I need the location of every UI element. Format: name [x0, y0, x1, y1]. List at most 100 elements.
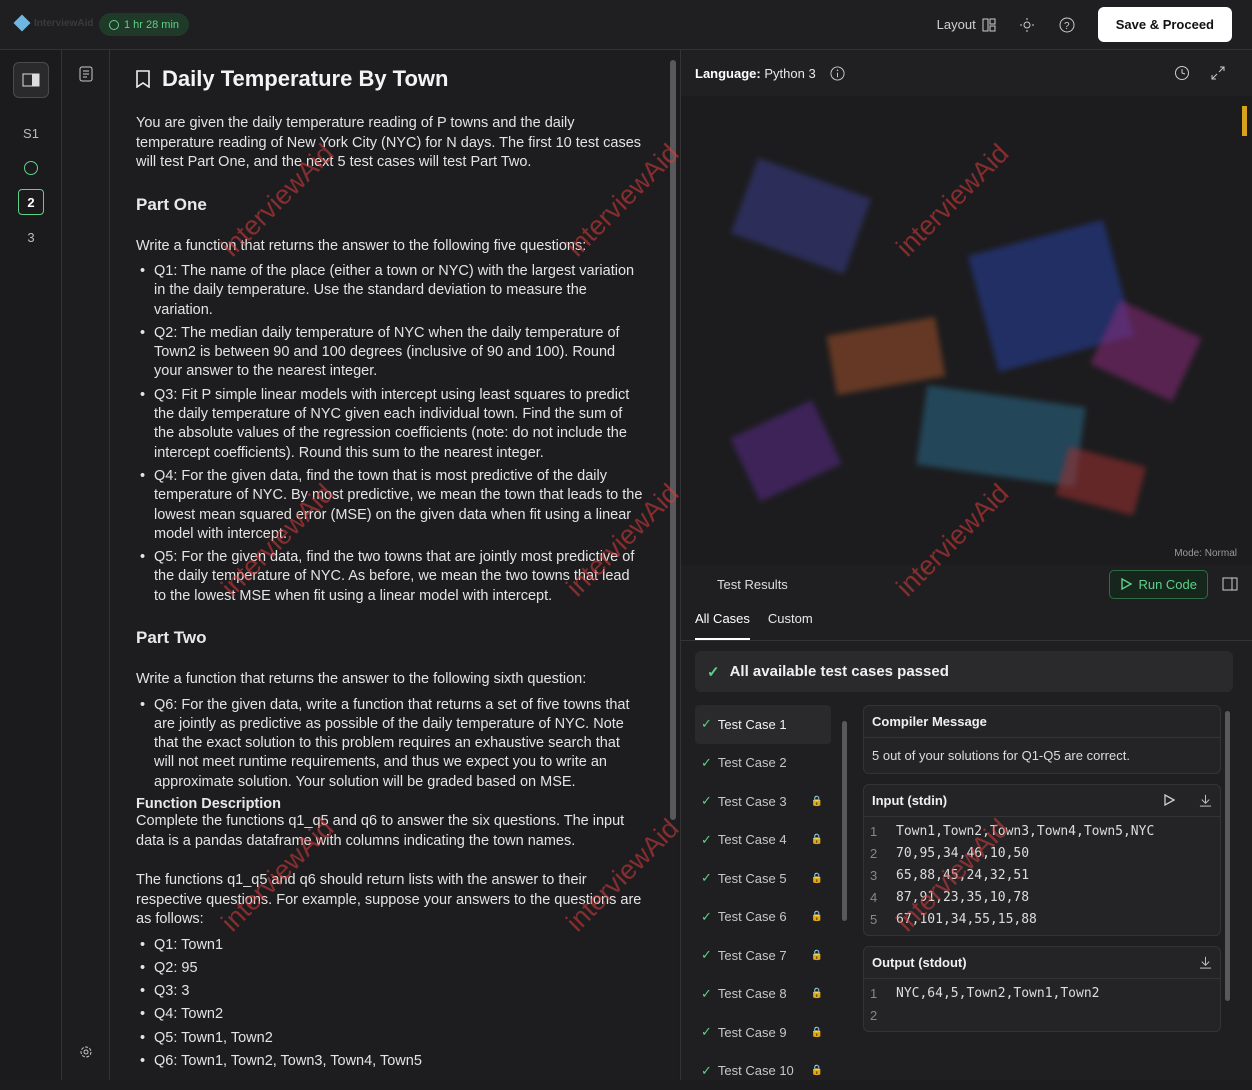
- problem-title-text: Daily Temperature By Town: [162, 66, 448, 92]
- split-view-icon[interactable]: [1222, 576, 1238, 592]
- rail-item-s1[interactable]: S1: [18, 120, 44, 146]
- problem-scrollbar[interactable]: [668, 50, 678, 1080]
- input-line: 567,101,34,55,15,88: [870, 909, 1214, 931]
- language-label: Language:: [695, 66, 761, 81]
- check-icon: ✓: [707, 663, 720, 681]
- answer-item: Q6: Town1, Town2, Town3, Town4, Town5: [136, 1052, 644, 1071]
- function-description-text: Complete the functions q1_q5 and q6 to a…: [136, 812, 644, 851]
- test-case-item[interactable]: ✓Test Case 3🔒: [695, 782, 831, 821]
- test-case-item[interactable]: ✓Test Case 6🔒: [695, 898, 831, 937]
- part-one-heading: Part One: [136, 195, 644, 215]
- panel-toggle-button[interactable]: [13, 62, 49, 98]
- input-line: 487,91,23,35,10,78: [870, 887, 1214, 909]
- panel-icon: [22, 73, 40, 87]
- language-selector[interactable]: Language: Python 3: [695, 66, 816, 81]
- problem-panel: Daily Temperature By Town You are given …: [110, 50, 668, 1080]
- case-detail: Compiler Message 5 out of your solutions…: [863, 705, 1221, 1042]
- check-icon: ✓: [701, 716, 712, 732]
- bookmark-icon[interactable]: [136, 70, 150, 88]
- tab-custom[interactable]: Custom: [768, 611, 813, 640]
- test-case-item[interactable]: ✓Test Case 7🔒: [695, 936, 831, 975]
- run-code-label: Run Code: [1138, 577, 1197, 592]
- test-case-item[interactable]: ✓Test Case 8🔒: [695, 975, 831, 1014]
- notes-icon[interactable]: [78, 66, 94, 82]
- problem-title: Daily Temperature By Town: [136, 66, 644, 92]
- question-q5: Q5: For the given data, find the two tow…: [136, 548, 644, 606]
- test-case-list: ✓Test Case 1 ✓Test Case 2 ✓Test Case 3🔒 …: [695, 705, 831, 1090]
- question-rail: S1 2 3: [0, 50, 62, 1080]
- download-icon[interactable]: [1199, 956, 1212, 969]
- question-q1: Q1: The name of the place (either a town…: [136, 262, 644, 320]
- clock-icon: [109, 20, 119, 30]
- compiler-message-card: Compiler Message 5 out of your solutions…: [863, 705, 1221, 774]
- pass-banner: ✓ All available test cases passed: [695, 651, 1233, 692]
- answer-item: Q4: Town2: [136, 1005, 644, 1024]
- part-two-intro: Write a function that returns the answer…: [136, 670, 644, 690]
- answer-item: Q1: Town1: [136, 936, 644, 955]
- question-q6: Q6: For the given data, write a function…: [136, 696, 644, 792]
- test-case-item[interactable]: ✓Test Case 2: [695, 744, 831, 783]
- problem-intro: You are given the daily temperature read…: [136, 114, 644, 173]
- check-icon: ✓: [701, 909, 712, 925]
- case-list-scrollbar[interactable]: [842, 711, 848, 1071]
- input-line: 365,88,45,24,32,51: [870, 865, 1214, 887]
- test-case-item[interactable]: ✓Test Case 9🔒: [695, 1013, 831, 1052]
- part-two-heading: Part Two: [136, 628, 644, 648]
- lock-icon: 🔒: [811, 796, 823, 807]
- save-proceed-button[interactable]: Save & Proceed: [1098, 7, 1232, 42]
- lock-icon: 🔒: [811, 911, 823, 922]
- play-icon[interactable]: [1163, 794, 1175, 806]
- expand-icon[interactable]: [1210, 65, 1226, 81]
- test-case-item[interactable]: ✓Test Case 10🔒: [695, 1052, 831, 1090]
- test-case-item[interactable]: ✓Test Case 5🔒: [695, 859, 831, 898]
- help-button[interactable]: ?: [1058, 16, 1076, 34]
- check-icon: ✓: [701, 755, 712, 771]
- output-card: Output (stdout) 1NYC,64,5,Town2,Town1,To…: [863, 946, 1221, 1032]
- tab-all-cases[interactable]: All Cases: [695, 611, 750, 640]
- rail-item-completed[interactable]: [18, 155, 44, 181]
- timer-badge: 1 hr 28 min: [99, 13, 189, 36]
- test-case-item[interactable]: ✓Test Case 4🔒: [695, 821, 831, 860]
- info-icon[interactable]: [830, 66, 845, 81]
- lock-icon: 🔒: [811, 1027, 823, 1038]
- question-q3: Q3: Fit P simple linear models with inte…: [136, 386, 644, 463]
- part-one-questions: Q1: The name of the place (either a town…: [136, 262, 644, 606]
- check-icon: ✓: [701, 1024, 712, 1040]
- download-icon[interactable]: [1199, 794, 1212, 807]
- lock-icon: 🔒: [811, 834, 823, 845]
- layout-button[interactable]: Layout: [937, 17, 996, 32]
- check-icon: ✓: [701, 1063, 712, 1079]
- function-description-heading: Function Description: [136, 796, 644, 812]
- input-card: Input (stdin) 1Town1,Town2,Town3,Town4,T…: [863, 784, 1221, 936]
- answer-item: Q2: 95: [136, 959, 644, 978]
- check-icon: ✓: [701, 832, 712, 848]
- logo-text: InterviewAid: [34, 18, 93, 29]
- editor-mode: Mode: Normal: [1174, 548, 1237, 559]
- code-editor-panel: Language: Python 3 Mode: Normal: [680, 50, 1252, 565]
- rail-item-3[interactable]: 3: [18, 224, 44, 250]
- return-text: The functions q1_q5 and q6 should return…: [136, 871, 644, 930]
- settings-icon[interactable]: [78, 1044, 94, 1060]
- results-title: Test Results: [717, 577, 788, 592]
- language-value: Python 3: [764, 66, 815, 81]
- answer-item: Q5: Town1, Town2: [136, 1029, 644, 1048]
- play-icon: [1120, 578, 1132, 590]
- test-case-item[interactable]: ✓Test Case 1: [695, 705, 831, 744]
- run-code-button[interactable]: Run Code: [1109, 570, 1208, 599]
- compiler-title: Compiler Message: [872, 714, 987, 729]
- history-icon[interactable]: [1174, 65, 1190, 81]
- rail-item-2[interactable]: 2: [18, 189, 44, 215]
- code-area-obscured[interactable]: Mode: Normal: [681, 96, 1252, 565]
- check-circle-icon: [24, 161, 38, 175]
- layout-label: Layout: [937, 17, 976, 32]
- top-bar: InterviewAid 1 hr 28 min Layout ? Save &…: [0, 0, 1252, 50]
- theme-toggle-button[interactable]: [1018, 16, 1036, 34]
- detail-scrollbar[interactable]: [1225, 711, 1231, 1061]
- input-line: 270,95,34,46,10,50: [870, 843, 1214, 865]
- input-title: Input (stdin): [872, 793, 947, 808]
- answer-item: Q3: 3: [136, 982, 644, 1001]
- pass-banner-text: All available test cases passed: [730, 663, 949, 680]
- input-line: 1Town1,Town2,Town3,Town4,Town5,NYC: [870, 821, 1214, 843]
- layout-icon: [982, 18, 996, 32]
- lock-icon: 🔒: [811, 950, 823, 961]
